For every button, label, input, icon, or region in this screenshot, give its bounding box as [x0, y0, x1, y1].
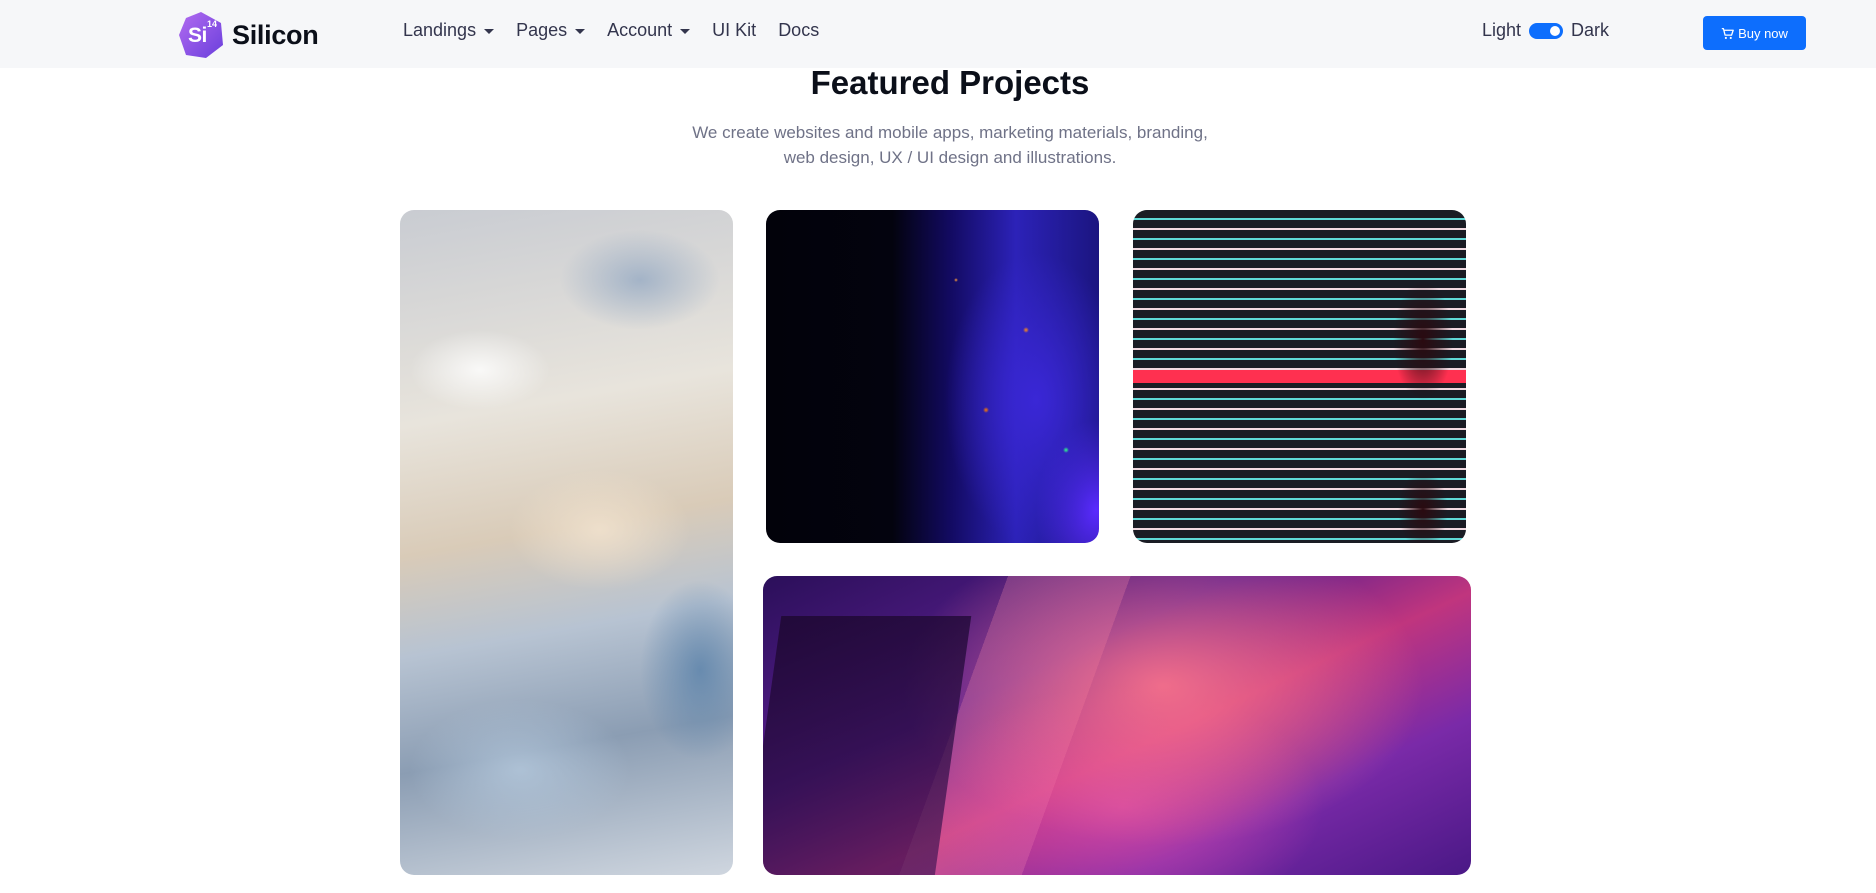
theme-switcher: Light Dark	[1482, 20, 1609, 41]
nav-item-account[interactable]: Account	[607, 20, 691, 41]
nav-item-label: Pages	[516, 20, 568, 40]
brand-name: Silicon	[232, 19, 319, 50]
image-shadow-area	[763, 616, 972, 875]
navbar: Si 14 Silicon Landings Pages Account UI …	[0, 0, 1876, 68]
nav-item-ui-kit[interactable]: UI Kit	[712, 20, 756, 41]
brand-link[interactable]: Si 14 Silicon	[176, 10, 319, 60]
section-subtitle: We create websites and mobile apps, mark…	[692, 123, 1208, 167]
silicon-logo-icon: Si 14	[176, 10, 226, 60]
nav-item-label: UI Kit	[712, 20, 757, 40]
toggle-knob	[1550, 25, 1561, 36]
caret-down-icon	[575, 29, 586, 34]
caret-down-icon	[484, 29, 495, 34]
buy-now-button[interactable]: Buy now	[1703, 16, 1806, 50]
nav-item-label: Docs	[778, 20, 820, 40]
main-nav: Landings Pages Account UI Kit Docs	[403, 20, 841, 41]
nav-item-landings[interactable]: Landings	[403, 20, 495, 41]
theme-dark-label: Dark	[1571, 20, 1610, 40]
project-image-purple-abstract[interactable]	[763, 576, 1471, 875]
buy-now-label: Buy now	[1738, 25, 1788, 41]
caret-down-icon	[680, 29, 691, 34]
nav-item-label: Landings	[403, 20, 477, 40]
section-title: Featured Projects	[810, 64, 1090, 101]
nav-item-pages[interactable]: Pages	[516, 20, 586, 41]
nav-item-label: Account	[607, 20, 673, 40]
nav-item-docs[interactable]: Docs	[778, 20, 819, 41]
project-image-neon-face[interactable]	[766, 210, 1099, 543]
project-image-neon-building[interactable]	[1133, 210, 1466, 543]
theme-toggle[interactable]	[1529, 22, 1564, 39]
theme-light-label: Light	[1482, 20, 1522, 40]
cart-icon	[1721, 27, 1734, 39]
project-image-abstract-paint[interactable]	[400, 210, 733, 875]
